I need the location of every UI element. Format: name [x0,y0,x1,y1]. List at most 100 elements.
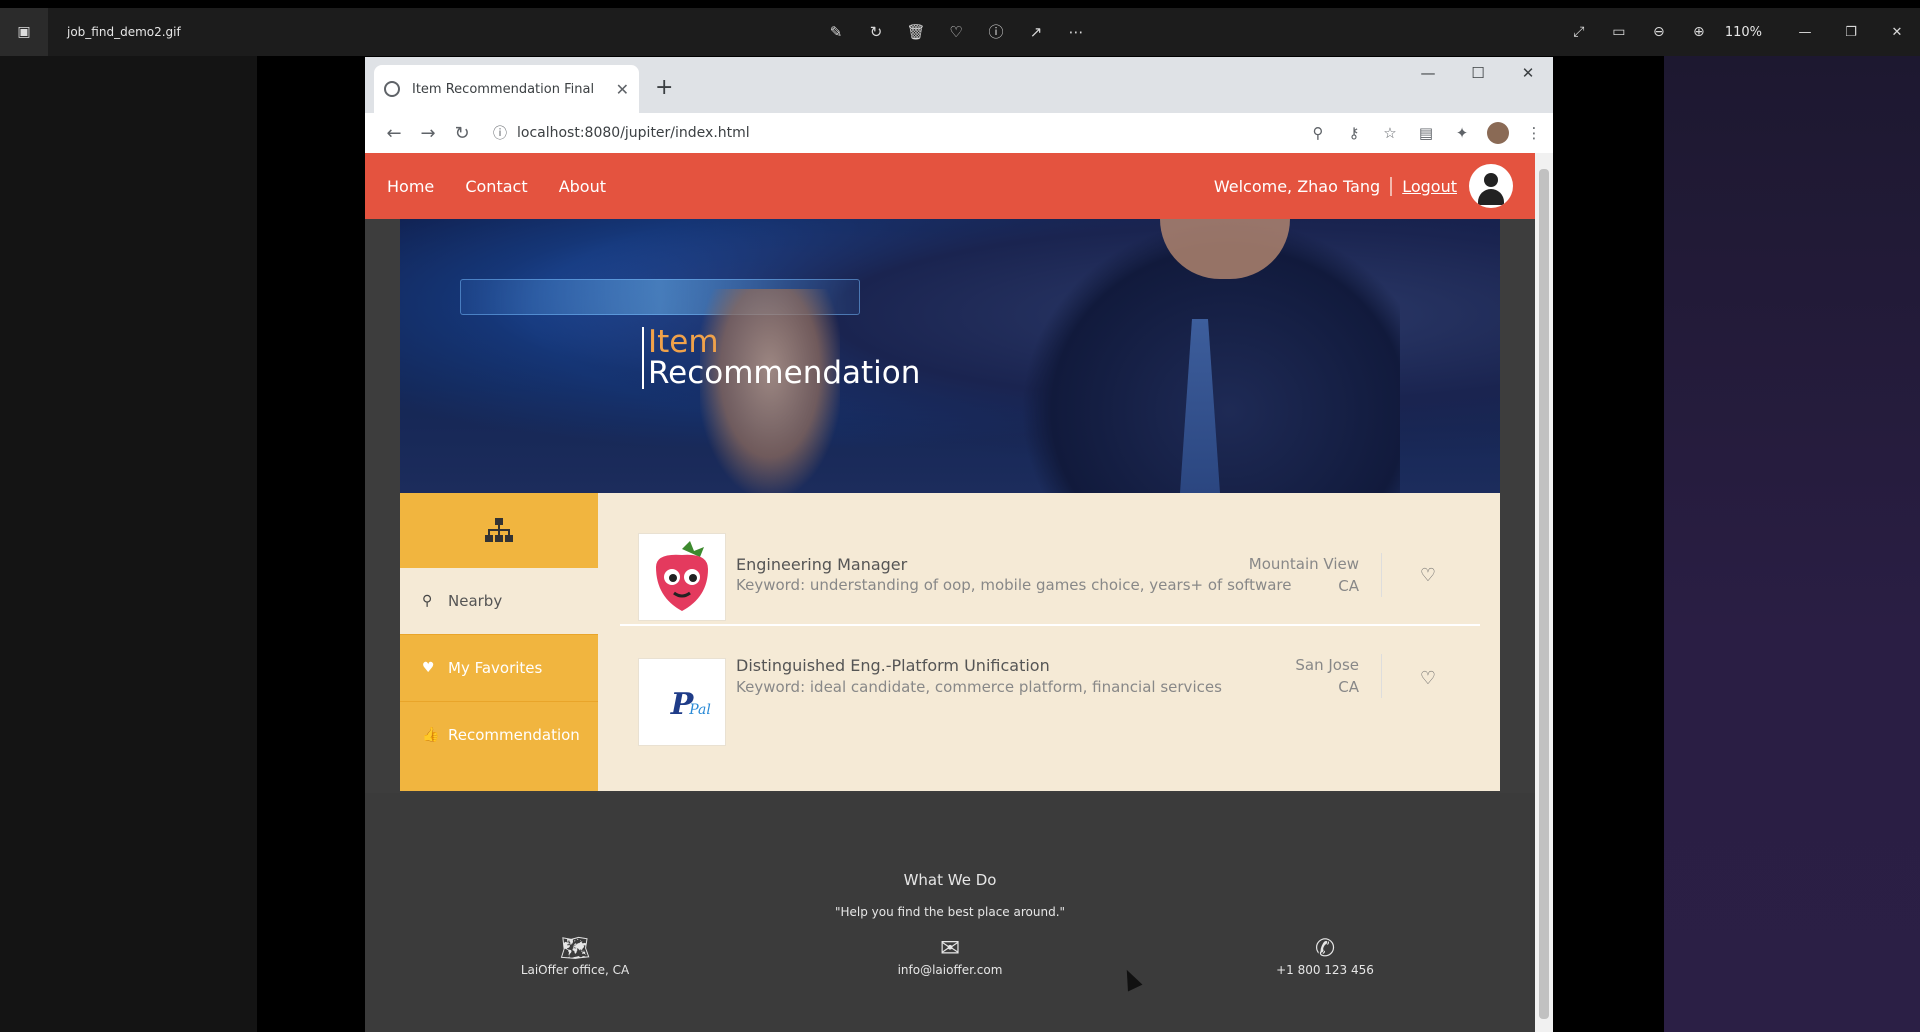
main-content: ⚲ Nearby ♥ My Favorites 👍 Recommendation [400,493,1500,791]
reload-icon[interactable]: ↻ [445,123,479,144]
zoom-out-icon[interactable]: ⊖ [1639,24,1679,40]
item-title[interactable]: Engineering Manager [736,555,907,574]
window-close-icon[interactable]: ✕ [1874,25,1920,40]
browser-maximize-icon[interactable]: ☐ [1453,57,1503,89]
sidebar-item-nearby[interactable]: ⚲ Nearby [400,568,598,634]
browser-toolbar-icons: ⚲ ⚷ ☆ ▤ ✦ ⋮ [1307,113,1545,153]
footer-quote: "Help you find the best place around." [834,905,1066,919]
item-location: San Jose CA [1295,654,1382,698]
favorite-heart-icon[interactable]: ♡ [1420,668,1436,689]
info-icon[interactable]: ⓘ [985,21,1007,43]
item-keywords: Keyword: understanding of oop, mobile ga… [736,576,1292,594]
item-keywords: Keyword: ideal candidate, commerce platf… [736,678,1222,696]
browser-menu-icon[interactable]: ⋮ [1523,124,1545,142]
svg-text:Pal: Pal [688,702,711,718]
web-page: Home Contact About Welcome, Zhao Tang Lo… [365,153,1535,1032]
window-restore-icon[interactable]: ❐ [1828,25,1874,40]
sidebar-item-my-favorites[interactable]: ♥ My Favorites [400,635,598,701]
viewer-filename: job_find_demo2.gif [67,25,181,39]
thumbs-up-icon: 👍 [422,727,440,743]
footer-phone: ✆ +1 800 123 456 [1215,933,1435,977]
globe-icon [384,81,400,97]
key-icon[interactable]: ⚷ [1343,124,1365,142]
browser-tab[interactable]: Item Recommendation Final ✕ [374,65,639,113]
item-city: San Jose [1295,656,1359,674]
delete-icon[interactable]: 🗑 [905,21,927,43]
company-logo: P Pal [638,658,726,746]
back-arrow-icon[interactable]: ← [377,123,411,144]
phone-icon: ✆ [1314,934,1336,962]
tab-title: Item Recommendation Final [412,81,595,97]
site-header: Home Contact About Welcome, Zhao Tang Lo… [365,153,1535,219]
favorite-heart-icon[interactable]: ♡ [945,21,967,43]
footer-email: ✉ info@laioffer.com [840,933,1060,977]
item-title[interactable]: Distinguished Eng.-Platform Unification [736,656,1050,675]
list-item[interactable]: Engineering Manager Keyword: understandi… [620,493,1480,626]
browser-window: Item Recommendation Final ✕ + — ☐ ✕ ← → … [365,57,1553,1032]
sidebar-item-label: Recommendation [448,726,580,744]
zoom-level: 110% [1724,24,1762,40]
site-footer: What We Do "Help you find the best place… [365,793,1535,1032]
welcome-text: Welcome, Zhao Tang [1214,176,1393,196]
page-scrollbar[interactable] [1535,153,1553,1032]
scrollbar-thumb[interactable] [1539,169,1549,1019]
hero-title-line2: Recommendation [648,355,921,391]
envelope-icon: ✉ [939,934,961,962]
sitemap-icon [400,493,598,568]
edit-image-icon[interactable]: ✎ [825,21,847,43]
more-options-icon[interactable]: ⋯ [1065,21,1087,43]
user-area: Welcome, Zhao Tang Logout [1214,153,1513,219]
tab-close-icon[interactable]: ✕ [616,80,629,99]
new-tab-button[interactable]: + [655,75,673,100]
sidebar-item-label: Nearby [448,592,503,610]
address-bar-row: ← → ↻ ⓘ localhost:8080/jupiter/index.htm… [365,113,1553,153]
item-city: Mountain View [1248,555,1359,573]
browser-window-controls: — ☐ ✕ [1403,57,1553,89]
window-minimize-icon[interactable]: — [1782,25,1828,40]
user-avatar-icon[interactable] [1469,164,1513,208]
sidebar-item-label: My Favorites [448,659,543,677]
browser-close-icon[interactable]: ✕ [1503,57,1553,89]
photos-app-icon[interactable]: ▣ [0,8,48,56]
hero-title-line1: Item [648,324,719,360]
fullscreen-icon[interactable]: ⤢ [1559,24,1599,40]
company-logo [638,533,726,621]
profile-avatar-icon[interactable] [1487,122,1509,144]
fit-to-window-icon[interactable]: ▭ [1599,24,1639,40]
reading-list-icon[interactable]: ▤ [1415,124,1437,142]
viewer-tools: ✎ ↻ 🗑 ♡ ⓘ ↗ ⋯ [825,8,1087,56]
item-state: CA [1338,577,1359,595]
map-icon: 🗺 [559,934,591,962]
site-nav: Home Contact About [387,177,632,196]
bookmark-star-icon[interactable]: ☆ [1379,124,1401,142]
browser-minimize-icon[interactable]: — [1403,57,1453,89]
footer-address: 🗺 LaiOffer office, CA [465,933,685,977]
map-marker-icon: ⚲ [422,593,433,609]
footer-email-text[interactable]: info@laioffer.com [840,963,1060,977]
site-info-icon[interactable]: ⓘ [493,123,507,143]
hero-title: Item Recommendation [642,327,920,389]
sidebar: ⚲ Nearby ♥ My Favorites 👍 Recommendation [400,493,598,791]
nav-home[interactable]: Home [387,177,434,196]
item-location: Mountain View CA [1249,553,1382,597]
tab-strip: Item Recommendation Final ✕ + — ☐ ✕ [365,57,1553,113]
url-field[interactable]: localhost:8080/jupiter/index.html [517,125,750,141]
location-pin-icon[interactable]: ⚲ [1307,124,1329,142]
zoom-in-icon[interactable]: ⊕ [1679,24,1719,40]
strawberry-logo-icon [656,541,708,611]
sidebar-item-recommendation[interactable]: 👍 Recommendation [400,702,598,768]
forward-arrow-icon[interactable]: → [411,123,445,144]
footer-phone-text: +1 800 123 456 [1276,963,1374,977]
heart-icon: ♥ [422,660,435,676]
hand-graphic [700,289,840,493]
share-icon[interactable]: ↗ [1025,21,1047,43]
list-item[interactable]: P Pal Distinguished Eng.-Platform Unific… [620,626,1480,759]
nav-contact[interactable]: Contact [465,177,527,196]
item-state: CA [1338,678,1359,696]
logout-link[interactable]: Logout [1402,177,1457,196]
nav-about[interactable]: About [559,177,606,196]
rotate-icon[interactable]: ↻ [865,21,887,43]
favorite-heart-icon[interactable]: ♡ [1420,565,1436,586]
photos-viewer-toolbar: ▣ job_find_demo2.gif ✎ ↻ 🗑 ♡ ⓘ ↗ ⋯ ⤢ ▭ ⊖… [0,8,1920,56]
extensions-puzzle-icon[interactable]: ✦ [1451,124,1473,142]
